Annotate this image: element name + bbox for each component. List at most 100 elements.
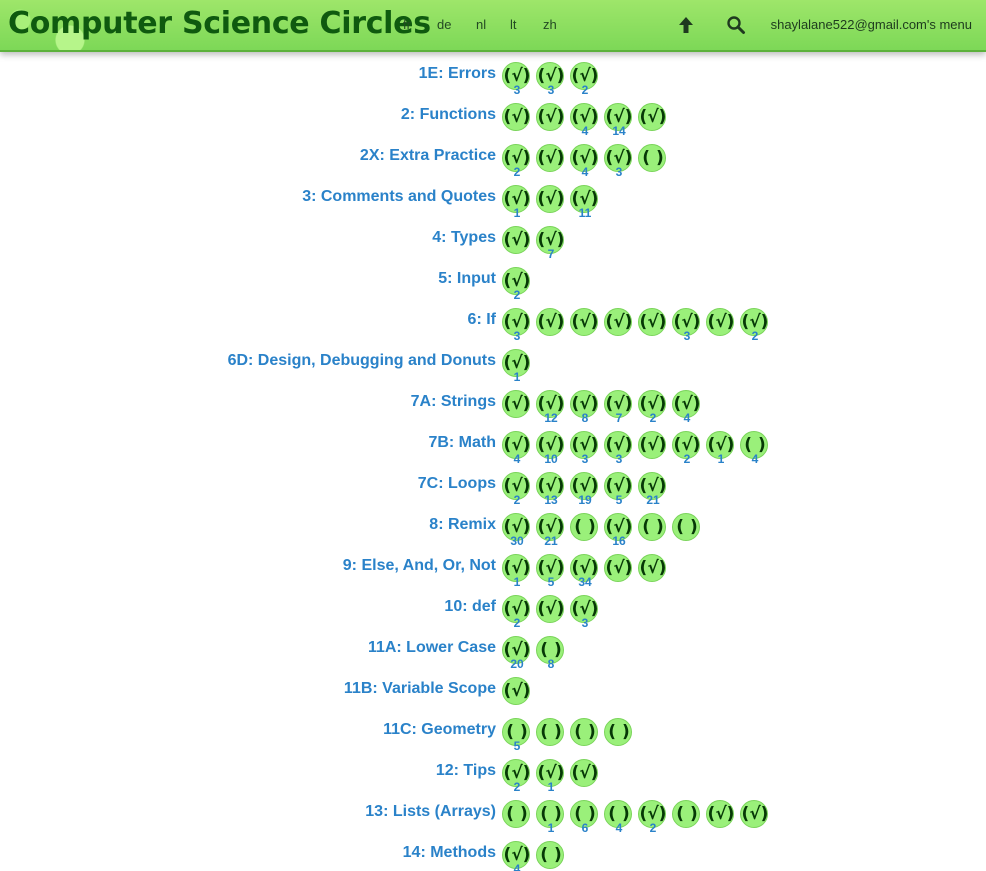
lesson-link[interactable]: 14: Methods (403, 844, 496, 862)
exercise-completed-badge[interactable]: (√) (740, 800, 768, 828)
lang-zh-link[interactable]: zh (543, 17, 557, 32)
exercise-completed-badge[interactable]: (√) 20 (502, 636, 530, 671)
exercise-completed-badge[interactable]: (√) 11 (570, 185, 598, 220)
lesson-link[interactable]: 9: Else, And, Or, Not (343, 557, 496, 575)
exercise-completed-badge[interactable]: (√) 3 (604, 144, 632, 179)
exercise-completed-badge[interactable]: (√) (536, 144, 564, 172)
exercise-completed-badge[interactable]: (√) (502, 226, 530, 254)
exercise-completed-badge[interactable]: (√) 5 (536, 554, 564, 589)
exercise-completed-badge[interactable]: (√) (706, 308, 734, 336)
lang-lt-link[interactable]: lt (510, 17, 517, 32)
exercise-completed-badge[interactable]: (√) 4 (570, 103, 598, 138)
lesson-link[interactable]: 4: Types (432, 229, 496, 247)
exercise-completed-badge[interactable]: (√) 5 (604, 472, 632, 507)
exercise-completed-badge[interactable]: (√) 16 (604, 513, 632, 548)
exercise-incomplete-badge[interactable]: ( ) 4 (740, 431, 768, 466)
exercise-incomplete-badge[interactable]: ( ) (570, 513, 598, 541)
exercise-completed-badge[interactable]: (√) 2 (740, 308, 768, 343)
exercise-completed-badge[interactable]: (√) 7 (604, 390, 632, 425)
lesson-link[interactable]: 7B: Math (428, 434, 496, 452)
exercise-completed-badge[interactable]: (√) 2 (502, 595, 530, 630)
exercise-completed-badge[interactable]: (√) 2 (638, 390, 666, 425)
lesson-link[interactable]: 10: def (444, 598, 496, 616)
exercise-completed-badge[interactable]: (√) 4 (502, 431, 530, 466)
exercise-completed-badge[interactable]: (√) 1 (502, 554, 530, 589)
exercise-completed-badge[interactable]: (√) 3 (502, 62, 530, 97)
exercise-completed-badge[interactable]: (√) 1 (502, 349, 530, 384)
exercise-completed-badge[interactable]: (√) 2 (502, 144, 530, 179)
exercise-completed-badge[interactable]: (√) 3 (536, 62, 564, 97)
exercise-incomplete-badge[interactable]: ( ) (672, 513, 700, 541)
exercise-completed-badge[interactable]: (√) 3 (502, 308, 530, 343)
lesson-link[interactable]: 2: Functions (401, 106, 496, 124)
exercise-completed-badge[interactable]: (√) (536, 185, 564, 213)
exercise-completed-badge[interactable]: (√) 4 (672, 390, 700, 425)
lesson-link[interactable]: 7A: Strings (411, 393, 496, 411)
lang-de-link[interactable]: de (437, 17, 451, 32)
exercise-completed-badge[interactable]: (√) (570, 308, 598, 336)
exercise-completed-badge[interactable]: (√) (706, 800, 734, 828)
exercise-completed-badge[interactable]: (√) 1 (502, 185, 530, 220)
exercise-incomplete-badge[interactable]: ( ) (638, 513, 666, 541)
exercise-completed-badge[interactable]: (√) (536, 308, 564, 336)
exercise-completed-badge[interactable]: (√) 4 (570, 144, 598, 179)
exercise-incomplete-badge[interactable]: ( ) (570, 718, 598, 746)
exercise-completed-badge[interactable]: (√) (536, 595, 564, 623)
exercise-incomplete-badge[interactable]: ( ) 4 (604, 800, 632, 835)
exercise-completed-badge[interactable]: (√) 21 (638, 472, 666, 507)
exercise-completed-badge[interactable]: (√) (604, 554, 632, 582)
lesson-link[interactable]: 1E: Errors (419, 65, 496, 83)
exercise-completed-badge[interactable]: (√) 3 (672, 308, 700, 343)
lesson-link[interactable]: 6: If (468, 311, 496, 329)
lesson-link[interactable]: 11C: Geometry (383, 721, 496, 739)
exercise-incomplete-badge[interactable]: ( ) (604, 718, 632, 746)
exercise-completed-badge[interactable]: (√) 2 (502, 267, 530, 302)
exercise-completed-badge[interactable]: (√) 2 (502, 759, 530, 794)
exercise-completed-badge[interactable]: (√) (502, 677, 530, 705)
lang-nl-link[interactable]: nl (476, 17, 486, 32)
search-icon[interactable] (725, 14, 747, 36)
lesson-link[interactable]: 11B: Variable Scope (344, 680, 496, 698)
lesson-link[interactable]: 11A: Lower Case (368, 639, 496, 657)
lesson-link[interactable]: 3: Comments and Quotes (302, 188, 496, 206)
exercise-incomplete-badge[interactable]: ( ) 8 (536, 636, 564, 671)
exercise-completed-badge[interactable]: (√) (502, 103, 530, 131)
exercise-completed-badge[interactable]: (√) (638, 308, 666, 336)
exercise-completed-badge[interactable]: (√) 3 (570, 431, 598, 466)
exercise-completed-badge[interactable]: (√) (638, 431, 666, 459)
lesson-link[interactable]: 2X: Extra Practice (360, 147, 496, 165)
user-menu-button[interactable]: shaylalane522@gmail.com's menu (771, 17, 972, 32)
exercise-completed-badge[interactable]: (√) 30 (502, 513, 530, 548)
exercise-completed-badge[interactable]: (√) 4 (502, 841, 530, 871)
exercise-completed-badge[interactable]: (√) 1 (536, 759, 564, 794)
exercise-incomplete-badge[interactable]: ( ) (502, 800, 530, 828)
exercise-incomplete-badge[interactable]: ( ) 1 (536, 800, 564, 835)
arrow-up-icon[interactable] (675, 14, 697, 36)
exercise-incomplete-badge[interactable]: ( ) (672, 800, 700, 828)
exercise-completed-badge[interactable]: (√) 2 (570, 62, 598, 97)
lesson-link[interactable]: 7C: Loops (418, 475, 496, 493)
exercise-completed-badge[interactable]: (√) 10 (536, 431, 564, 466)
exercise-completed-badge[interactable]: (√) (502, 390, 530, 418)
exercise-incomplete-badge[interactable]: ( ) (536, 841, 564, 869)
exercise-completed-badge[interactable]: (√) 1 (706, 431, 734, 466)
exercise-incomplete-badge[interactable]: ( ) (536, 718, 564, 746)
exercise-completed-badge[interactable]: (√) 34 (570, 554, 598, 589)
exercise-incomplete-badge[interactable]: ( ) 5 (502, 718, 530, 753)
exercise-completed-badge[interactable]: (√) 2 (672, 431, 700, 466)
exercise-completed-badge[interactable]: (√) 7 (536, 226, 564, 261)
exercise-completed-badge[interactable]: (√) (536, 103, 564, 131)
exercise-completed-badge[interactable]: (√) (570, 759, 598, 787)
exercise-completed-badge[interactable]: (√) 19 (570, 472, 598, 507)
exercise-completed-badge[interactable]: (√) 13 (536, 472, 564, 507)
site-title[interactable]: Computer Science Circles (8, 6, 431, 41)
lesson-link[interactable]: 5: Input (438, 270, 496, 288)
exercise-completed-badge[interactable]: (√) (604, 308, 632, 336)
exercise-completed-badge[interactable]: (√) 12 (536, 390, 564, 425)
exercise-completed-badge[interactable]: (√) 21 (536, 513, 564, 548)
lang-fr-link[interactable]: fr (403, 17, 411, 32)
exercise-completed-badge[interactable]: (√) 14 (604, 103, 632, 138)
exercise-incomplete-badge[interactable]: ( ) (638, 144, 666, 172)
exercise-completed-badge[interactable]: (√) 2 (502, 472, 530, 507)
lesson-link[interactable]: 12: Tips (436, 762, 496, 780)
